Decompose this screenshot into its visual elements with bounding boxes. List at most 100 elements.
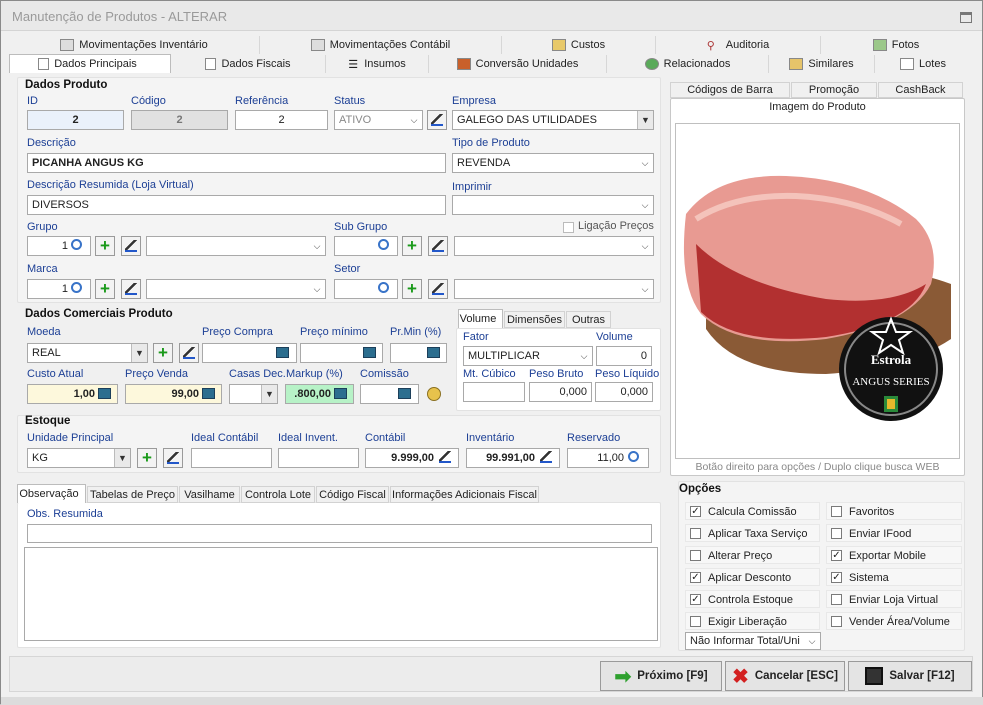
tab-movimentacoes-contabil[interactable]: Movimentações Contábil bbox=[260, 36, 502, 54]
option-left-4[interactable]: ✓ Controla Estoque bbox=[685, 590, 820, 608]
tab-info-adicionais-fiscal[interactable]: Informações Adicionais Fiscal bbox=[390, 486, 539, 503]
obs-resumida-field[interactable] bbox=[27, 524, 652, 543]
mt-cubico-field[interactable] bbox=[463, 382, 525, 402]
referencia-field[interactable]: 2 bbox=[235, 110, 328, 130]
moeda-select[interactable]: REAL ▼ bbox=[27, 343, 148, 363]
salvar-button[interactable]: Salvar [F12] bbox=[848, 661, 972, 691]
fator-select[interactable]: MULTIPLICAR ⌵ bbox=[463, 346, 593, 366]
tab-custos[interactable]: Custos bbox=[502, 36, 656, 54]
tab-fotos[interactable]: Fotos bbox=[821, 36, 971, 54]
calculator-icon[interactable] bbox=[98, 388, 111, 399]
imprimir-select[interactable]: ⌵ bbox=[452, 195, 654, 215]
id-field[interactable]: 2 bbox=[27, 110, 124, 130]
checkbox[interactable] bbox=[690, 550, 701, 561]
option-left-3[interactable]: ✓ Aplicar Desconto bbox=[685, 568, 820, 586]
checkbox[interactable] bbox=[690, 528, 701, 539]
tab-observacao[interactable]: Observação bbox=[17, 484, 86, 503]
option-left-5[interactable]: Exigir Liberação bbox=[685, 612, 820, 630]
grupo-search-icon[interactable] bbox=[71, 239, 82, 250]
tab-codigos-barra[interactable]: Códigos de Barra bbox=[670, 82, 790, 98]
tab-volume[interactable]: Volume bbox=[458, 309, 503, 328]
grupo-select[interactable]: ⌵ bbox=[146, 236, 326, 256]
add-subgrupo-button[interactable]: + bbox=[402, 236, 422, 256]
edit-status-button[interactable] bbox=[427, 110, 447, 130]
status-select[interactable]: ATIVO ⌵ bbox=[334, 110, 423, 130]
codigo-field[interactable]: 2 bbox=[131, 110, 228, 130]
maximize-icon[interactable] bbox=[960, 12, 972, 23]
peso-bruto-field[interactable]: 0,000 bbox=[529, 382, 592, 402]
empresa-select[interactable]: GALEGO DAS UTILIDADES ▼ bbox=[452, 110, 654, 130]
tab-outras[interactable]: Outras bbox=[566, 311, 611, 328]
calculator-icon[interactable] bbox=[363, 347, 376, 358]
tab-codigo-fiscal[interactable]: Código Fiscal bbox=[316, 486, 389, 503]
checkbox[interactable]: ✓ bbox=[831, 550, 842, 561]
checkbox[interactable]: ✓ bbox=[690, 572, 701, 583]
tab-similares[interactable]: Similares bbox=[769, 55, 875, 73]
option-left-1[interactable]: Aplicar Taxa Serviço bbox=[685, 524, 820, 542]
casas-dec-select[interactable]: ▼ bbox=[229, 384, 278, 404]
edit-marca-button[interactable] bbox=[121, 279, 141, 299]
marca-search-icon[interactable] bbox=[71, 282, 82, 293]
tab-auditoria[interactable]: ⚲ Auditoria bbox=[656, 36, 821, 54]
calculator-icon[interactable] bbox=[276, 347, 289, 358]
edit-contabil-icon[interactable] bbox=[439, 451, 451, 463]
tab-promocao[interactable]: Promoção bbox=[791, 82, 877, 98]
cancelar-button[interactable]: ✖ Cancelar [ESC] bbox=[725, 661, 845, 691]
tab-conversao-unidades[interactable]: Conversão Unidades bbox=[429, 55, 607, 73]
edit-inventario-icon[interactable] bbox=[540, 451, 552, 463]
tab-vasilhame[interactable]: Vasilhame bbox=[179, 486, 240, 503]
calculator-icon[interactable] bbox=[398, 388, 411, 399]
total-uni-select[interactable]: Não Informar Total/Uni ⌵ bbox=[685, 632, 821, 650]
volume-field[interactable]: 0 bbox=[596, 346, 652, 366]
option-right-5[interactable]: Vender Área/Volume bbox=[826, 612, 962, 630]
option-right-1[interactable]: Enviar IFood bbox=[826, 524, 962, 542]
ideal-contabil-field[interactable] bbox=[191, 448, 272, 468]
ideal-invent-field[interactable] bbox=[278, 448, 359, 468]
checkbox[interactable]: ✓ bbox=[690, 594, 701, 605]
product-image[interactable]: Estrola ANGUS SERIES bbox=[675, 123, 960, 459]
setor-select[interactable]: ⌵ bbox=[454, 279, 654, 299]
observacao-textarea[interactable] bbox=[24, 547, 658, 641]
option-right-4[interactable]: Enviar Loja Virtual bbox=[826, 590, 962, 608]
add-marca-button[interactable]: + bbox=[95, 279, 115, 299]
tab-dimensoes[interactable]: Dimensões bbox=[504, 311, 565, 328]
tab-relacionados[interactable]: Relacionados bbox=[607, 55, 769, 73]
edit-unidade-button[interactable] bbox=[163, 448, 183, 468]
option-left-0[interactable]: ✓ Calcula Comissão bbox=[685, 502, 820, 520]
tab-insumos[interactable]: ☰ Insumos bbox=[326, 55, 429, 73]
calculator-icon[interactable] bbox=[334, 388, 347, 399]
add-moeda-button[interactable]: + bbox=[153, 343, 173, 363]
marca-select[interactable]: ⌵ bbox=[146, 279, 326, 299]
tab-cashback[interactable]: CashBack bbox=[878, 82, 963, 98]
tab-dados-fiscais[interactable]: Dados Fiscais bbox=[171, 55, 326, 73]
tab-dados-principais[interactable]: Dados Principais bbox=[9, 54, 171, 73]
option-right-3[interactable]: ✓ Sistema bbox=[826, 568, 962, 586]
unidade-principal-select[interactable]: KG ▼ bbox=[27, 448, 131, 468]
edit-grupo-button[interactable] bbox=[121, 236, 141, 256]
checkbox[interactable] bbox=[690, 616, 701, 627]
checkbox[interactable] bbox=[831, 506, 842, 517]
add-setor-button[interactable]: + bbox=[402, 279, 422, 299]
checkbox[interactable]: ✓ bbox=[831, 572, 842, 583]
option-right-0[interactable]: Favoritos bbox=[826, 502, 962, 520]
edit-subgrupo-button[interactable] bbox=[428, 236, 448, 256]
tab-lotes[interactable]: Lotes bbox=[875, 55, 971, 73]
subgrupo-select[interactable]: ⌵ bbox=[454, 236, 654, 256]
subgrupo-search-icon[interactable] bbox=[378, 239, 389, 250]
checkbox[interactable]: ✓ bbox=[690, 506, 701, 517]
descricao-resumida-field[interactable]: DIVERSOS bbox=[27, 195, 446, 215]
proximo-button[interactable]: ➡ Próximo [F9] bbox=[600, 661, 722, 691]
tipo-produto-select[interactable]: REVENDA ⌵ bbox=[452, 153, 654, 173]
option-left-2[interactable]: Alterar Preço bbox=[685, 546, 820, 564]
edit-setor-button[interactable] bbox=[428, 279, 448, 299]
tab-tabelas-preco[interactable]: Tabelas de Preço bbox=[87, 486, 178, 503]
descricao-field[interactable]: PICANHA ANGUS KG bbox=[27, 153, 446, 173]
edit-moeda-button[interactable] bbox=[179, 343, 199, 363]
calculator-icon[interactable] bbox=[202, 388, 215, 399]
add-grupo-button[interactable]: + bbox=[95, 236, 115, 256]
ligacao-precos-checkbox[interactable] bbox=[563, 222, 574, 233]
tab-controla-lote[interactable]: Controla Lote bbox=[241, 486, 315, 503]
reservado-search-icon[interactable] bbox=[628, 451, 639, 462]
add-unidade-button[interactable]: + bbox=[137, 448, 157, 468]
peso-liquido-field[interactable]: 0,000 bbox=[595, 382, 653, 402]
